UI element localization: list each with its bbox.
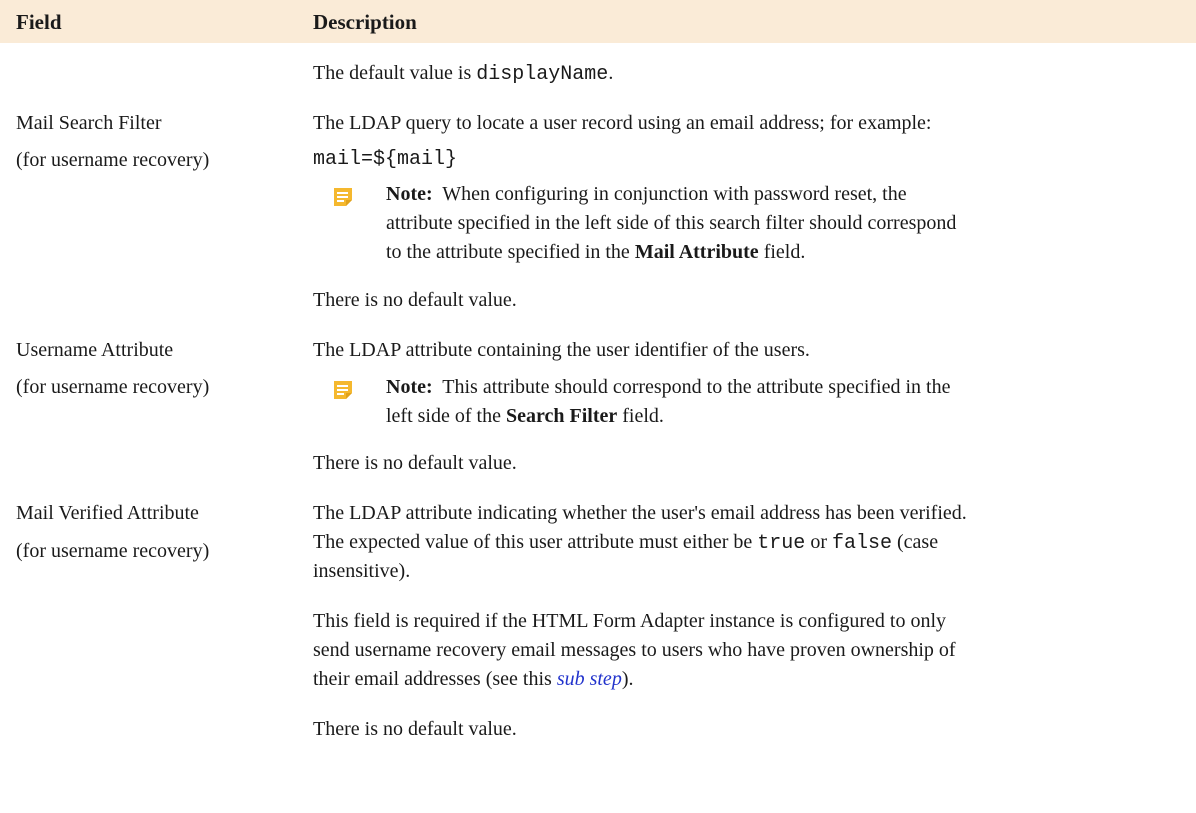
code-example: mail=${mail} bbox=[313, 148, 458, 171]
field-qualifier: (for username recovery) bbox=[16, 540, 210, 562]
note-line: attribute specified in the left side of … bbox=[386, 212, 957, 234]
paragraph-fragment: ). bbox=[621, 668, 634, 690]
field-name: Mail Verified Attribute bbox=[16, 502, 199, 524]
table-header: Field Description bbox=[0, 0, 1196, 43]
note-emphasis: Search Filter bbox=[505, 405, 618, 427]
paragraph-line: their email addresses (see this sub step… bbox=[313, 666, 633, 692]
description-fragment: (case bbox=[892, 531, 939, 553]
note-line: to the attribute specified in the bbox=[386, 241, 635, 263]
header-field: Field bbox=[16, 10, 62, 34]
field-qualifier: (for username recovery) bbox=[16, 376, 210, 398]
code-false: false bbox=[831, 532, 892, 555]
default-value-text: The default value is displayName. bbox=[313, 60, 613, 88]
description-text: The LDAP attribute containing the user i… bbox=[313, 339, 810, 361]
note-line: left side of the bbox=[386, 405, 506, 427]
note-label: Note: bbox=[386, 183, 433, 205]
note-line: field. bbox=[758, 241, 806, 263]
default-value-text: There is no default value. bbox=[313, 718, 517, 740]
note-line: This attribute should correspond to the … bbox=[442, 376, 951, 398]
description-fragment: The expected value of this user attribut… bbox=[313, 531, 758, 553]
description-text: The LDAP query to locate a user record u… bbox=[313, 112, 932, 134]
code-true: true bbox=[757, 532, 806, 555]
header-description: Description bbox=[313, 10, 417, 34]
default-code: displayName bbox=[476, 63, 609, 86]
note-icon bbox=[334, 381, 352, 399]
default-value-text: There is no default value. bbox=[313, 452, 517, 474]
default-prefix: The default value is bbox=[313, 62, 477, 84]
paragraph-fragment: their email addresses (see this bbox=[313, 668, 557, 690]
note-emphasis: Mail Attribute bbox=[634, 241, 759, 263]
description-text: The expected value of this user attribut… bbox=[313, 529, 938, 557]
description-fragment: or bbox=[805, 531, 832, 553]
field-description-table: Field Description The default value is d… bbox=[0, 0, 1196, 813]
description-text: The LDAP attribute indicating whether th… bbox=[313, 502, 967, 524]
note-label: Note: bbox=[386, 376, 433, 398]
field-name: Username Attribute bbox=[16, 339, 174, 361]
paragraph-line: send username recovery email messages to… bbox=[313, 639, 956, 661]
paragraph-line: This field is required if the HTML Form … bbox=[313, 610, 947, 632]
note-icon bbox=[334, 188, 352, 206]
field-name: Mail Search Filter bbox=[16, 112, 162, 134]
note-line: When configuring in conjunction with pas… bbox=[442, 183, 907, 205]
default-suffix: . bbox=[608, 62, 614, 84]
default-value-text: There is no default value. bbox=[313, 289, 517, 311]
description-text: insensitive). bbox=[313, 560, 411, 582]
note-line: field. bbox=[617, 405, 664, 427]
field-qualifier: (for username recovery) bbox=[16, 149, 210, 171]
sub-step-link[interactable]: sub step bbox=[557, 668, 622, 690]
